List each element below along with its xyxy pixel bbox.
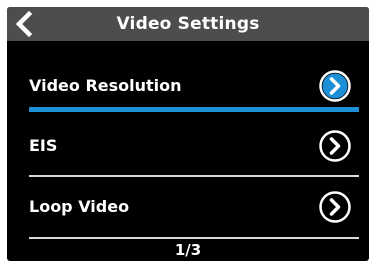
chevron-right-circle-icon[interactable] bbox=[318, 69, 352, 103]
row-divider bbox=[29, 175, 359, 177]
menu-item-label: EIS bbox=[29, 136, 58, 155]
title-bar: Video Settings bbox=[7, 7, 369, 41]
chevron-left-icon bbox=[15, 11, 33, 37]
video-settings-screen: Video Settings Video Resolution EIS Loop… bbox=[7, 7, 369, 261]
chevron-right-circle-icon[interactable] bbox=[318, 129, 352, 163]
page-indicator: 1/3 bbox=[174, 241, 202, 259]
back-button[interactable] bbox=[9, 10, 39, 38]
menu-item-label: Loop Video bbox=[29, 197, 130, 216]
page-title: Video Settings bbox=[116, 14, 260, 34]
chevron-right-circle-icon[interactable] bbox=[318, 190, 352, 224]
menu-item-loop-video[interactable]: Loop Video bbox=[7, 178, 369, 236]
selection-underline bbox=[29, 107, 359, 112]
menu-item-eis[interactable]: EIS bbox=[7, 117, 369, 175]
